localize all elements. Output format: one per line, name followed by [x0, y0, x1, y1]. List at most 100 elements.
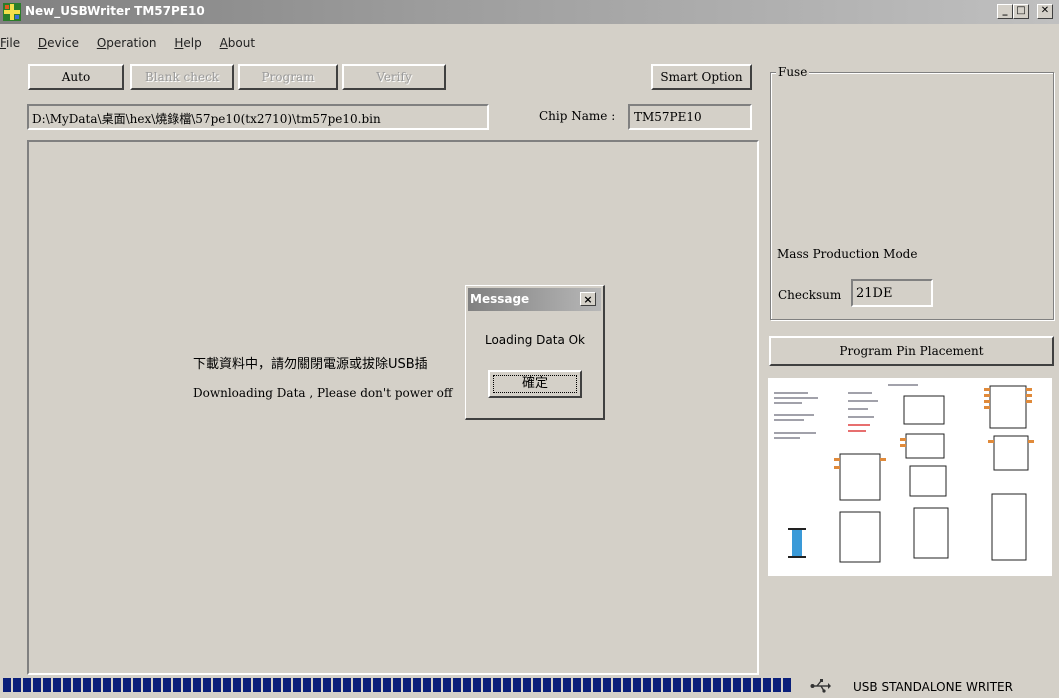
smart-option-button[interactable]: Smart Option — [651, 64, 752, 90]
menu-operation[interactable]: Operation — [97, 36, 157, 50]
menu-about-accel: A — [219, 36, 228, 50]
progress-segment — [563, 678, 571, 692]
progress-segment — [283, 678, 291, 692]
progress-segment — [433, 678, 441, 692]
progress-segment — [173, 678, 181, 692]
progress-segment — [13, 678, 21, 692]
progress-segment — [763, 678, 771, 692]
menu-file[interactable]: File — [0, 36, 20, 50]
progress-segment — [773, 678, 781, 692]
window-title: New_USBWriter TM57PE10 — [25, 4, 205, 18]
progress-segment — [63, 678, 71, 692]
progress-segment — [133, 678, 141, 692]
dialog-title-bar: Message × — [468, 288, 601, 311]
file-path-field[interactable]: D:\MyData\桌面\hex\燒錄檔\57pe10(tx2710)\tm57… — [27, 104, 489, 130]
file-path-text: D:\MyData\桌面\hex\燒錄檔\57pe10(tx2710)\tm57… — [32, 112, 381, 126]
progress-segment — [33, 678, 41, 692]
progress-segment — [383, 678, 391, 692]
progress-segment — [443, 678, 451, 692]
progress-segment — [403, 678, 411, 692]
minimize-button[interactable]: _ — [997, 4, 1013, 19]
progress-segment — [353, 678, 361, 692]
progress-segment — [503, 678, 511, 692]
program-button[interactable]: Program — [238, 64, 338, 90]
progress-segment — [203, 678, 211, 692]
progress-segment — [733, 678, 741, 692]
menu-about-rest: bout — [227, 36, 256, 50]
progress-segment — [293, 678, 301, 692]
progress-segment — [333, 678, 341, 692]
progress-segment — [583, 678, 591, 692]
progress-segment — [423, 678, 431, 692]
chip-name-label: Chip Name : — [539, 109, 616, 123]
progress-segment — [163, 678, 171, 692]
menu-help[interactable]: Help — [174, 36, 201, 50]
blank-check-button[interactable]: Blank check — [130, 64, 234, 90]
auto-button[interactable]: Auto — [28, 64, 124, 90]
dialog-title: Message — [470, 292, 530, 306]
progress-segment — [723, 678, 731, 692]
dialog-message: Loading Data Ok — [484, 333, 586, 347]
checksum-field: 21DE — [851, 279, 933, 307]
progress-segment — [533, 678, 541, 692]
progress-segment — [373, 678, 381, 692]
verify-button[interactable]: Verify — [342, 64, 446, 90]
progress-segment — [113, 678, 121, 692]
progress-segment — [593, 678, 601, 692]
progress-segment — [513, 678, 521, 692]
mass-production-label: Mass Production Mode — [777, 247, 918, 261]
progress-segment — [453, 678, 461, 692]
main-panel: 下載資料中，請勿關閉電源或拔除USB插 Downloading Data , P… — [27, 140, 759, 675]
progress-segment — [43, 678, 51, 692]
menu-bar: File Device Operation Help About — [0, 36, 760, 56]
progress-segment — [743, 678, 751, 692]
close-button[interactable]: ✕ — [1037, 4, 1053, 19]
downloading-text-cn: 下載資料中，請勿關閉電源或拔除USB插 — [193, 357, 428, 372]
dialog-ok-button[interactable]: 確定 — [488, 370, 582, 398]
usb-icon — [810, 677, 832, 695]
menu-device[interactable]: Device — [38, 36, 79, 50]
progress-segment — [693, 678, 701, 692]
progress-segment — [713, 678, 721, 692]
progress-segment — [103, 678, 111, 692]
progress-segment — [263, 678, 271, 692]
app-icon — [3, 3, 21, 21]
progress-segment — [683, 678, 691, 692]
progress-segment — [153, 678, 161, 692]
progress-segment — [663, 678, 671, 692]
progress-segment — [3, 678, 11, 692]
downloading-text-en: Downloading Data , Please don't power of… — [193, 386, 453, 400]
progress-segment — [543, 678, 551, 692]
progress-segment — [323, 678, 331, 692]
progress-segment — [633, 678, 641, 692]
chip-name-field[interactable]: TM57PE10 — [628, 104, 752, 130]
device-status-label: USB STANDALONE WRITER — [853, 680, 1013, 694]
progress-segment — [183, 678, 191, 692]
progress-segment — [573, 678, 581, 692]
progress-segment — [753, 678, 761, 692]
progress-segment — [643, 678, 651, 692]
menu-about[interactable]: About — [220, 36, 256, 50]
progress-segment — [363, 678, 371, 692]
progress-segment — [623, 678, 631, 692]
program-pin-placement-button[interactable]: Program Pin Placement — [769, 336, 1054, 366]
menu-operation-accel: O — [96, 36, 107, 50]
progress-segment — [223, 678, 231, 692]
maximize-button[interactable]: □ — [1013, 4, 1029, 19]
progress-segment — [23, 678, 31, 692]
progress-segment — [243, 678, 251, 692]
dialog-close-button[interactable]: × — [580, 292, 596, 306]
checksum-label: Checksum — [778, 288, 842, 302]
focus-rect — [493, 375, 577, 393]
progress-segment — [123, 678, 131, 692]
progress-segment — [673, 678, 681, 692]
progress-segment — [463, 678, 471, 692]
progress-segment — [473, 678, 481, 692]
progress-segment — [313, 678, 321, 692]
progress-segment — [393, 678, 401, 692]
progress-segment — [193, 678, 201, 692]
progress-segment — [83, 678, 91, 692]
progress-segment — [783, 678, 791, 692]
progress-segment — [483, 678, 491, 692]
progress-bar — [3, 678, 801, 696]
